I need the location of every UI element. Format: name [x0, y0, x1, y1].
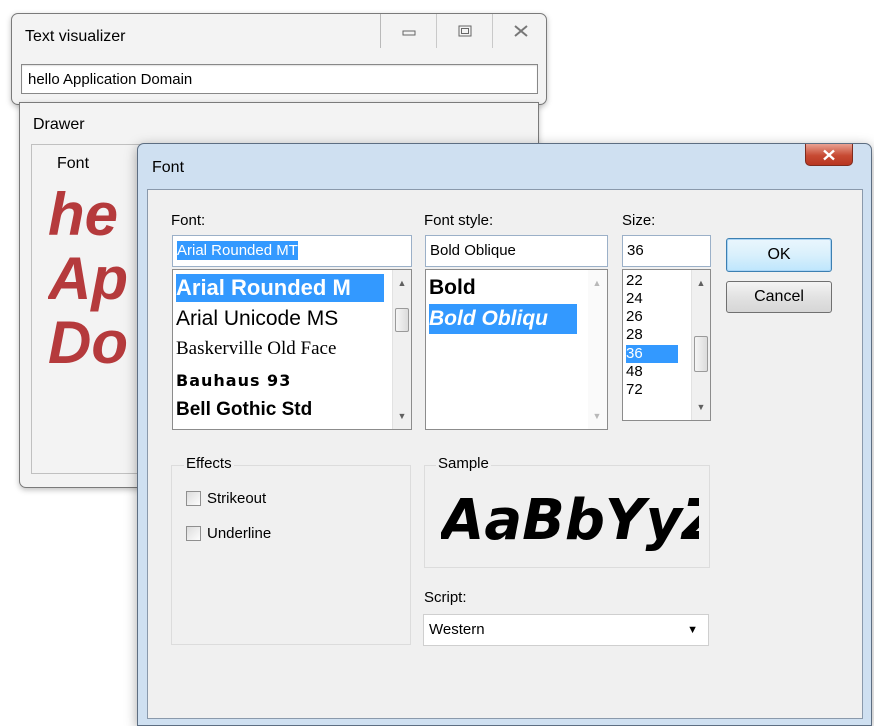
- font-style-scrollbar[interactable]: ▲ ▼: [588, 270, 607, 429]
- list-item[interactable]: 28: [626, 327, 643, 343]
- list-item[interactable]: Bell Gothic Std: [176, 396, 312, 424]
- close-button[interactable]: [493, 14, 549, 48]
- sample-line: he: [48, 183, 119, 248]
- size-value: 36: [627, 242, 644, 259]
- font-name-input[interactable]: Arial Rounded MT: [172, 235, 412, 267]
- font-list[interactable]: Arial Rounded M Arial Unicode MS Baskerv…: [172, 269, 412, 430]
- sample-preview: AaBbYyZz: [441, 488, 699, 553]
- text-input[interactable]: [21, 64, 538, 94]
- checkbox-box[interactable]: [186, 491, 201, 506]
- list-item[interactable]: 26: [626, 309, 643, 325]
- list-item[interactable]: 36: [626, 345, 678, 363]
- list-item[interactable]: Bold Obliqu: [429, 304, 577, 334]
- list-item[interactable]: 24: [626, 291, 643, 307]
- effects-label: Effects: [184, 455, 234, 472]
- maximize-icon: [458, 25, 471, 37]
- scroll-down-icon[interactable]: ▼: [692, 398, 710, 416]
- font-style-input[interactable]: Bold Oblique: [425, 235, 608, 267]
- scroll-up-icon[interactable]: ▲: [393, 274, 411, 292]
- drawer-title: Drawer: [33, 116, 85, 133]
- font-style-label: Font style:: [424, 212, 494, 229]
- strikeout-label: Strikeout: [207, 490, 267, 507]
- underline-label: Underline: [207, 525, 272, 542]
- font-style-list[interactable]: Bold Bold Obliqu ▲ ▼: [425, 269, 608, 430]
- underline-checkbox[interactable]: Underline: [186, 525, 271, 542]
- list-item[interactable]: Baskerville Old Face: [176, 336, 336, 362]
- list-item[interactable]: 48: [626, 364, 643, 380]
- list-item[interactable]: Arial Rounded M: [176, 274, 384, 302]
- drawer-group-label: Font: [57, 155, 90, 172]
- text-visualizer-window: Text visualizer: [11, 13, 547, 105]
- scroll-down-icon: ▼: [592, 411, 602, 421]
- window-controls: [380, 14, 549, 48]
- cancel-button[interactable]: Cancel: [726, 281, 832, 313]
- font-dialog-title: Font: [152, 159, 185, 176]
- font-style-value: Bold Oblique: [430, 242, 516, 259]
- size-list-scrollbar[interactable]: ▲ ▼: [691, 270, 710, 420]
- script-value: Western: [429, 621, 485, 638]
- checkbox-box[interactable]: [186, 526, 201, 541]
- font-list-scrollbar[interactable]: ▲ ▼: [392, 270, 411, 429]
- scroll-thumb[interactable]: [694, 336, 708, 372]
- script-select[interactable]: Western ▼: [423, 614, 709, 646]
- size-input[interactable]: 36: [622, 235, 711, 267]
- close-icon: [823, 149, 835, 160]
- font-dialog: Font Font: Arial Rounded MT Arial Rounde…: [137, 143, 872, 726]
- minimize-button[interactable]: [381, 14, 437, 48]
- script-label: Script:: [424, 589, 467, 606]
- list-item[interactable]: 22: [626, 273, 643, 289]
- drawer-sample-text: he Ap Do: [48, 183, 148, 375]
- sample-line: Do: [48, 309, 128, 375]
- sample-line: Ap: [48, 245, 128, 312]
- list-item[interactable]: Bold: [429, 274, 476, 302]
- scroll-up-icon[interactable]: ▲: [692, 274, 710, 292]
- list-item[interactable]: Arial Unicode MS: [176, 305, 338, 333]
- scroll-down-icon[interactable]: ▼: [393, 407, 411, 425]
- close-icon: [514, 25, 528, 37]
- strikeout-checkbox[interactable]: Strikeout: [186, 490, 266, 507]
- sample-label: Sample: [436, 455, 491, 472]
- chevron-down-icon[interactable]: ▼: [687, 615, 698, 645]
- text-visualizer-title: Text visualizer: [25, 28, 126, 45]
- scroll-thumb[interactable]: [395, 308, 409, 332]
- list-item[interactable]: 72: [626, 382, 643, 398]
- size-label: Size:: [622, 212, 656, 229]
- scroll-up-icon: ▲: [592, 278, 602, 288]
- sample-group: AaBbYyZz: [424, 465, 710, 568]
- font-name-value: Arial Rounded MT: [177, 241, 298, 260]
- size-list[interactable]: 22 24 26 28 36 48 72 ▲ ▼: [622, 269, 711, 421]
- minimize-icon: [402, 30, 415, 36]
- font-label: Font:: [171, 212, 206, 229]
- ok-button[interactable]: OK: [726, 238, 832, 272]
- dialog-close-button[interactable]: [805, 144, 853, 166]
- font-dialog-body: Font: Arial Rounded MT Arial Rounded M A…: [147, 189, 863, 719]
- list-item[interactable]: Bauhaus 93: [176, 368, 291, 394]
- maximize-button[interactable]: [437, 14, 493, 48]
